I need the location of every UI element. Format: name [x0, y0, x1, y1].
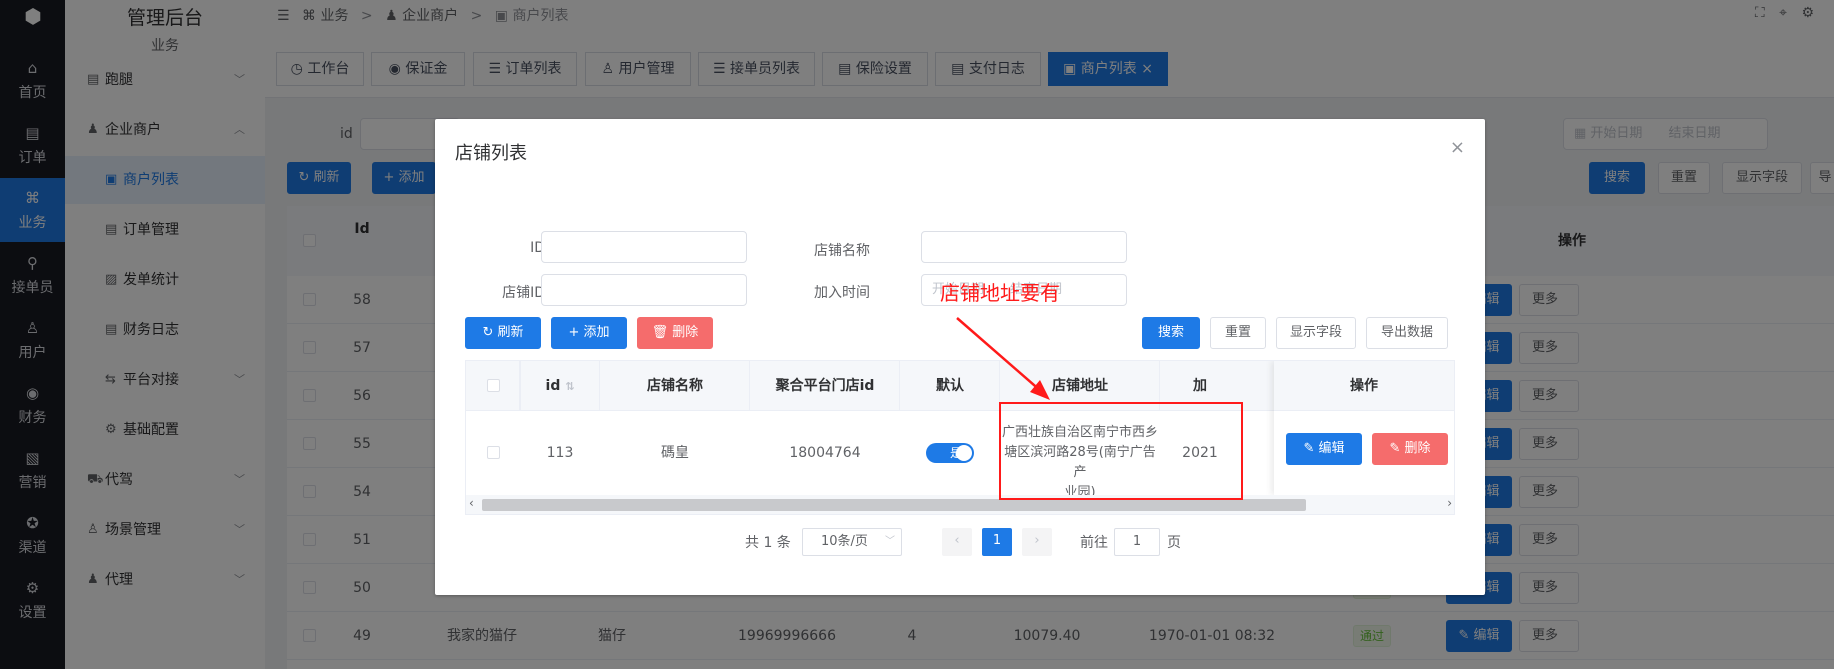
col-action-header: 操作: [1274, 361, 1454, 411]
next-page-button[interactable]: ›: [1022, 528, 1052, 556]
col-platform-id-header: 聚合平台门店id: [775, 378, 875, 394]
dialog-title: 店铺列表: [455, 143, 527, 164]
row-checkbox[interactable]: [487, 446, 500, 459]
join-time-label: 加入时间: [814, 285, 870, 301]
search-button[interactable]: 搜索: [1142, 317, 1200, 349]
show-fields-button[interactable]: 显示字段: [1276, 317, 1356, 349]
add-button[interactable]: + 添加: [551, 317, 627, 349]
app-root: ⬢ ⌂首页▤订单⌘业务⚲接单员♙用户◉财务▧营销✪渠道⚙设置 管理后台 业务 ▤…: [0, 0, 1834, 669]
sort-icon: ⇅: [565, 380, 575, 393]
shop-name-label: 店铺名称: [814, 243, 870, 259]
cell-default: 是: [900, 411, 1000, 495]
cell-platform-id: 18004764: [789, 445, 861, 461]
shop-table: id ⇅ 店铺名称 聚合平台门店id 默认 店铺地址 加 113 碼皇 1800…: [465, 360, 1455, 515]
goto-label: 前往: [1080, 535, 1108, 551]
delete-row-button[interactable]: ✎ 删除: [1372, 433, 1448, 465]
shop-name-input[interactable]: [921, 231, 1127, 263]
cell-shop-name: 碼皇: [661, 445, 689, 461]
pager-total: 共 1 条: [745, 535, 791, 551]
refresh-button[interactable]: ↻ 刷新: [465, 317, 541, 349]
delete-button[interactable]: 🗑 删除: [637, 317, 713, 349]
pagination: 共 1 条 10条/页 ﹀ ‹ 1 › 前往 1 页: [435, 526, 1485, 558]
page-size-value: 10条/页: [821, 534, 868, 549]
edit-button[interactable]: ✎ 编辑: [1286, 433, 1362, 465]
id-label: ID: [530, 240, 545, 256]
annotation-text: 店铺地址要有: [940, 281, 1060, 305]
shop-id-label: 店铺ID: [502, 285, 545, 301]
chevron-down-icon: ﹀: [885, 536, 895, 547]
scrollbar-thumb[interactable]: [482, 499, 1306, 511]
annotation-box: [999, 402, 1243, 500]
scroll-left-icon[interactable]: ‹: [469, 496, 474, 510]
page-unit-label: 页: [1167, 535, 1181, 551]
goto-page-input[interactable]: 1: [1114, 528, 1160, 556]
export-data-button[interactable]: 导出数据: [1366, 317, 1448, 349]
page-1-button[interactable]: 1: [982, 528, 1012, 556]
prev-page-button[interactable]: ‹: [942, 528, 972, 556]
col-id-header[interactable]: id ⇅: [520, 361, 600, 411]
cell-id: 113: [546, 445, 574, 461]
close-icon[interactable]: ×: [1450, 137, 1465, 158]
col-shop-name-header: 店铺名称: [647, 378, 703, 394]
horizontal-scrollbar[interactable]: ‹ ›: [466, 495, 1454, 514]
page-size-select[interactable]: 10条/页 ﹀: [802, 528, 902, 556]
default-switch[interactable]: 是: [926, 443, 974, 463]
col-default-header: 默认: [936, 378, 964, 394]
shop-list-dialog: 店铺列表 × ID 店铺名称 店铺ID 加入时间 开始日期 结束日期 ↻ 刷新 …: [435, 119, 1485, 595]
scroll-right-icon[interactable]: ›: [1447, 496, 1452, 510]
select-all-checkbox[interactable]: [487, 379, 500, 392]
id-input[interactable]: [541, 231, 747, 263]
shop-id-input[interactable]: [541, 274, 747, 306]
fixed-action-column: 操作 ✎ 编辑 ✎ 删除: [1274, 361, 1454, 495]
reset-button[interactable]: 重置: [1210, 317, 1266, 349]
switch-knob: [956, 445, 972, 461]
